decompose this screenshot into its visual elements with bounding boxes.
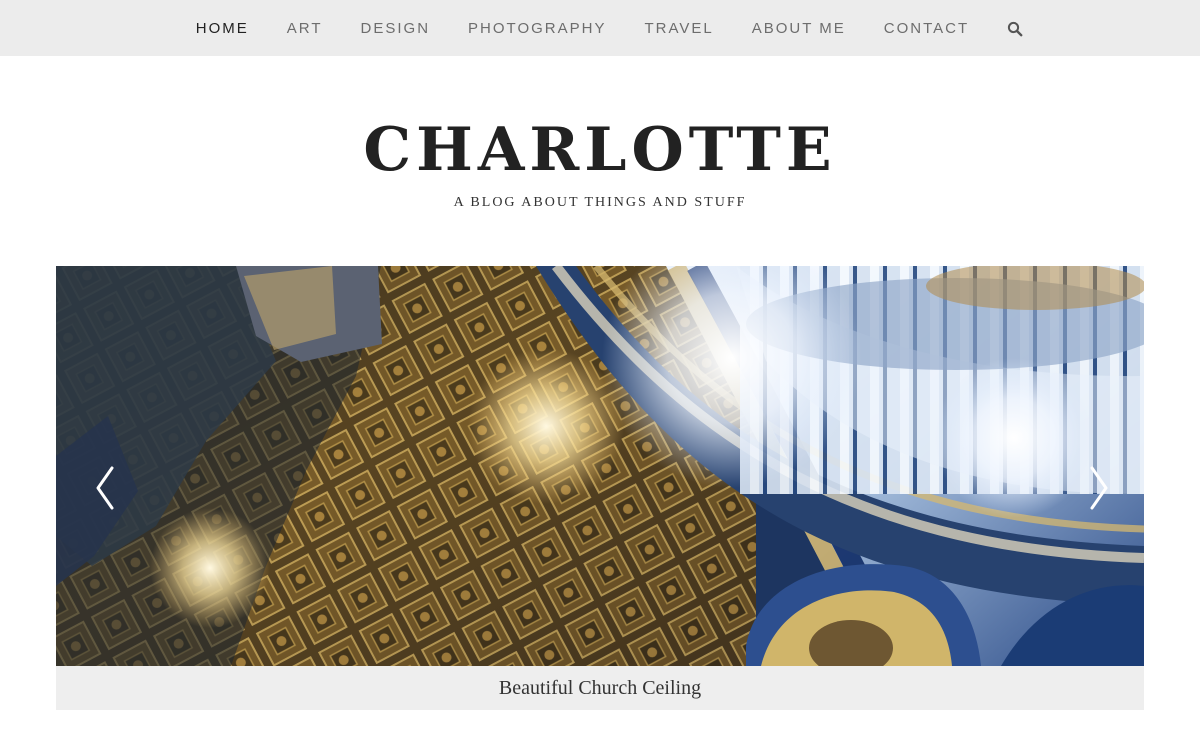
site-title[interactable]: CHARLOTTE — [0, 112, 1200, 188]
slide-caption[interactable]: Beautiful Church Ceiling — [499, 677, 701, 699]
site-branding: CHARLOTTE A BLOG ABOUT THINGS AND STUFF — [0, 112, 1200, 212]
site-tagline: A BLOG ABOUT THINGS AND STUFF — [453, 195, 747, 210]
slide-image[interactable] — [56, 266, 1144, 666]
search-icon[interactable] — [1007, 21, 1023, 37]
chevron-left-icon[interactable] — [90, 464, 124, 512]
nav-item-contact[interactable]: CONTACT — [884, 20, 969, 37]
slide-caption-bar: Beautiful Church Ceiling — [56, 666, 1144, 710]
top-navigation: HOME ART DESIGN PHOTOGRAPHY TRAVEL ABOUT… — [0, 0, 1200, 56]
chevron-right-icon[interactable] — [1080, 464, 1114, 512]
nav-item-travel[interactable]: TRAVEL — [644, 20, 713, 37]
nav-item-home[interactable]: HOME — [196, 20, 249, 37]
nav-item-about-me[interactable]: ABOUT ME — [752, 20, 846, 37]
featured-slider[interactable] — [56, 266, 1144, 666]
nav-item-photography[interactable]: PHOTOGRAPHY — [468, 20, 606, 37]
nav-item-art[interactable]: ART — [287, 20, 323, 37]
nav-menu: HOME ART DESIGN PHOTOGRAPHY TRAVEL ABOUT… — [0, 0, 1200, 56]
nav-item-design[interactable]: DESIGN — [361, 20, 431, 37]
